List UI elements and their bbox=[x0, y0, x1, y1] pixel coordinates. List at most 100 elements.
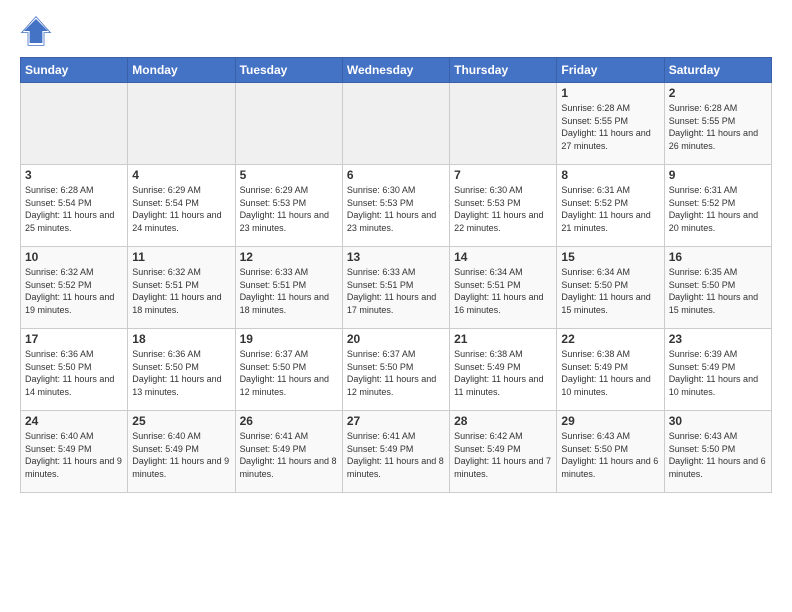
day-info: Sunrise: 6:28 AM Sunset: 5:54 PM Dayligh… bbox=[25, 184, 123, 234]
calendar-page: SundayMondayTuesdayWednesdayThursdayFrid… bbox=[0, 0, 792, 503]
calendar-cell: 23 Sunrise: 6:39 AM Sunset: 5:49 PM Dayli… bbox=[664, 329, 771, 411]
day-number: 7 bbox=[454, 168, 552, 182]
day-number: 3 bbox=[25, 168, 123, 182]
calendar-cell: 5 Sunrise: 6:29 AM Sunset: 5:53 PM Daylig… bbox=[235, 165, 342, 247]
day-number: 4 bbox=[132, 168, 230, 182]
day-number: 5 bbox=[240, 168, 338, 182]
day-number: 20 bbox=[347, 332, 445, 346]
calendar-cell: 13 Sunrise: 6:33 AM Sunset: 5:51 PM Dayli… bbox=[342, 247, 449, 329]
day-number: 9 bbox=[669, 168, 767, 182]
calendar-cell: 6Sunrise: 6:30 AM Sunset: 5:53 PM Daylig… bbox=[342, 165, 449, 247]
day-info: Sunrise: 6:38 AM Sunset: 5:49 PM Dayligh… bbox=[561, 348, 659, 398]
day-number: 25 bbox=[132, 414, 230, 428]
day-info: Sunrise: 6:32 AM Sunset: 5:52 PM Dayligh… bbox=[25, 266, 123, 316]
calendar-cell: 24 Sunrise: 6:40 AM Sunset: 5:49 PM Dayli… bbox=[21, 411, 128, 493]
calendar-cell: 21Sunrise: 6:38 AM Sunset: 5:49 PM Dayli… bbox=[450, 329, 557, 411]
calendar-cell: 15 Sunrise: 6:34 AM Sunset: 5:50 PM Dayli… bbox=[557, 247, 664, 329]
day-info: Sunrise: 6:41 AM Sunset: 5:49 PM Dayligh… bbox=[240, 430, 338, 480]
calendar-cell: 9 Sunrise: 6:31 AM Sunset: 5:52 PM Daylig… bbox=[664, 165, 771, 247]
day-number: 14 bbox=[454, 250, 552, 264]
day-number: 22 bbox=[561, 332, 659, 346]
header-day-saturday: Saturday bbox=[664, 58, 771, 83]
day-info: Sunrise: 6:30 AM Sunset: 5:53 PM Dayligh… bbox=[347, 184, 445, 234]
calendar-cell: 16Sunrise: 6:35 AM Sunset: 5:50 PM Dayli… bbox=[664, 247, 771, 329]
day-info: Sunrise: 6:34 AM Sunset: 5:51 PM Dayligh… bbox=[454, 266, 552, 316]
calendar-header: SundayMondayTuesdayWednesdayThursdayFrid… bbox=[21, 58, 772, 83]
calendar-cell bbox=[342, 83, 449, 165]
day-info: Sunrise: 6:33 AM Sunset: 5:51 PM Dayligh… bbox=[347, 266, 445, 316]
calendar-cell: 7 Sunrise: 6:30 AM Sunset: 5:53 PM Daylig… bbox=[450, 165, 557, 247]
day-number: 30 bbox=[669, 414, 767, 428]
calendar-cell: 25 Sunrise: 6:40 AM Sunset: 5:49 PM Dayli… bbox=[128, 411, 235, 493]
calendar-cell bbox=[450, 83, 557, 165]
logo-icon bbox=[20, 15, 52, 47]
calendar-cell: 19Sunrise: 6:37 AM Sunset: 5:50 PM Dayli… bbox=[235, 329, 342, 411]
calendar-cell: 30Sunrise: 6:43 AM Sunset: 5:50 PM Dayli… bbox=[664, 411, 771, 493]
calendar-cell: 26 Sunrise: 6:41 AM Sunset: 5:49 PM Dayli… bbox=[235, 411, 342, 493]
week-row-2: 3 Sunrise: 6:28 AM Sunset: 5:54 PM Daylig… bbox=[21, 165, 772, 247]
day-number: 13 bbox=[347, 250, 445, 264]
header bbox=[20, 15, 772, 47]
day-info: Sunrise: 6:42 AM Sunset: 5:49 PM Dayligh… bbox=[454, 430, 552, 480]
day-info: Sunrise: 6:33 AM Sunset: 5:51 PM Dayligh… bbox=[240, 266, 338, 316]
day-info: Sunrise: 6:28 AM Sunset: 5:55 PM Dayligh… bbox=[669, 102, 767, 152]
header-day-sunday: Sunday bbox=[21, 58, 128, 83]
day-info: Sunrise: 6:37 AM Sunset: 5:50 PM Dayligh… bbox=[240, 348, 338, 398]
calendar-cell: 1 Sunrise: 6:28 AM Sunset: 5:55 PM Daylig… bbox=[557, 83, 664, 165]
day-info: Sunrise: 6:35 AM Sunset: 5:50 PM Dayligh… bbox=[669, 266, 767, 316]
day-info: Sunrise: 6:36 AM Sunset: 5:50 PM Dayligh… bbox=[132, 348, 230, 398]
calendar-cell: 2 Sunrise: 6:28 AM Sunset: 5:55 PM Daylig… bbox=[664, 83, 771, 165]
header-day-tuesday: Tuesday bbox=[235, 58, 342, 83]
calendar-cell: 17 Sunrise: 6:36 AM Sunset: 5:50 PM Dayli… bbox=[21, 329, 128, 411]
calendar-cell bbox=[21, 83, 128, 165]
day-number: 12 bbox=[240, 250, 338, 264]
calendar-cell: 4 Sunrise: 6:29 AM Sunset: 5:54 PM Daylig… bbox=[128, 165, 235, 247]
header-day-wednesday: Wednesday bbox=[342, 58, 449, 83]
day-number: 24 bbox=[25, 414, 123, 428]
week-row-3: 10Sunrise: 6:32 AM Sunset: 5:52 PM Dayli… bbox=[21, 247, 772, 329]
calendar-cell: 10Sunrise: 6:32 AM Sunset: 5:52 PM Dayli… bbox=[21, 247, 128, 329]
day-info: Sunrise: 6:37 AM Sunset: 5:50 PM Dayligh… bbox=[347, 348, 445, 398]
calendar-cell: 29 Sunrise: 6:43 AM Sunset: 5:50 PM Dayli… bbox=[557, 411, 664, 493]
day-number: 2 bbox=[669, 86, 767, 100]
day-info: Sunrise: 6:40 AM Sunset: 5:49 PM Dayligh… bbox=[25, 430, 123, 480]
calendar-cell: 28 Sunrise: 6:42 AM Sunset: 5:49 PM Dayli… bbox=[450, 411, 557, 493]
day-number: 28 bbox=[454, 414, 552, 428]
calendar-cell bbox=[128, 83, 235, 165]
calendar-cell: 27 Sunrise: 6:41 AM Sunset: 5:49 PM Dayli… bbox=[342, 411, 449, 493]
day-number: 11 bbox=[132, 250, 230, 264]
calendar-cell: 8Sunrise: 6:31 AM Sunset: 5:52 PM Daylig… bbox=[557, 165, 664, 247]
day-info: Sunrise: 6:43 AM Sunset: 5:50 PM Dayligh… bbox=[561, 430, 659, 480]
day-number: 23 bbox=[669, 332, 767, 346]
day-info: Sunrise: 6:41 AM Sunset: 5:49 PM Dayligh… bbox=[347, 430, 445, 480]
day-info: Sunrise: 6:32 AM Sunset: 5:51 PM Dayligh… bbox=[132, 266, 230, 316]
day-info: Sunrise: 6:34 AM Sunset: 5:50 PM Dayligh… bbox=[561, 266, 659, 316]
day-info: Sunrise: 6:31 AM Sunset: 5:52 PM Dayligh… bbox=[669, 184, 767, 234]
header-day-friday: Friday bbox=[557, 58, 664, 83]
calendar-cell: 20 Sunrise: 6:37 AM Sunset: 5:50 PM Dayli… bbox=[342, 329, 449, 411]
calendar-cell bbox=[235, 83, 342, 165]
calendar-cell: 12 Sunrise: 6:33 AM Sunset: 5:51 PM Dayli… bbox=[235, 247, 342, 329]
day-info: Sunrise: 6:29 AM Sunset: 5:54 PM Dayligh… bbox=[132, 184, 230, 234]
day-number: 26 bbox=[240, 414, 338, 428]
day-info: Sunrise: 6:40 AM Sunset: 5:49 PM Dayligh… bbox=[132, 430, 230, 480]
week-row-1: 1 Sunrise: 6:28 AM Sunset: 5:55 PM Daylig… bbox=[21, 83, 772, 165]
day-number: 1 bbox=[561, 86, 659, 100]
day-number: 17 bbox=[25, 332, 123, 346]
day-info: Sunrise: 6:28 AM Sunset: 5:55 PM Dayligh… bbox=[561, 102, 659, 152]
day-info: Sunrise: 6:30 AM Sunset: 5:53 PM Dayligh… bbox=[454, 184, 552, 234]
day-number: 29 bbox=[561, 414, 659, 428]
day-info: Sunrise: 6:38 AM Sunset: 5:49 PM Dayligh… bbox=[454, 348, 552, 398]
calendar-body: 1 Sunrise: 6:28 AM Sunset: 5:55 PM Daylig… bbox=[21, 83, 772, 493]
day-number: 15 bbox=[561, 250, 659, 264]
day-number: 27 bbox=[347, 414, 445, 428]
header-row: SundayMondayTuesdayWednesdayThursdayFrid… bbox=[21, 58, 772, 83]
calendar-cell: 18Sunrise: 6:36 AM Sunset: 5:50 PM Dayli… bbox=[128, 329, 235, 411]
day-info: Sunrise: 6:39 AM Sunset: 5:49 PM Dayligh… bbox=[669, 348, 767, 398]
day-info: Sunrise: 6:29 AM Sunset: 5:53 PM Dayligh… bbox=[240, 184, 338, 234]
day-info: Sunrise: 6:36 AM Sunset: 5:50 PM Dayligh… bbox=[25, 348, 123, 398]
week-row-5: 24 Sunrise: 6:40 AM Sunset: 5:49 PM Dayli… bbox=[21, 411, 772, 493]
calendar-cell: 14 Sunrise: 6:34 AM Sunset: 5:51 PM Dayli… bbox=[450, 247, 557, 329]
day-number: 8 bbox=[561, 168, 659, 182]
logo bbox=[20, 15, 58, 47]
